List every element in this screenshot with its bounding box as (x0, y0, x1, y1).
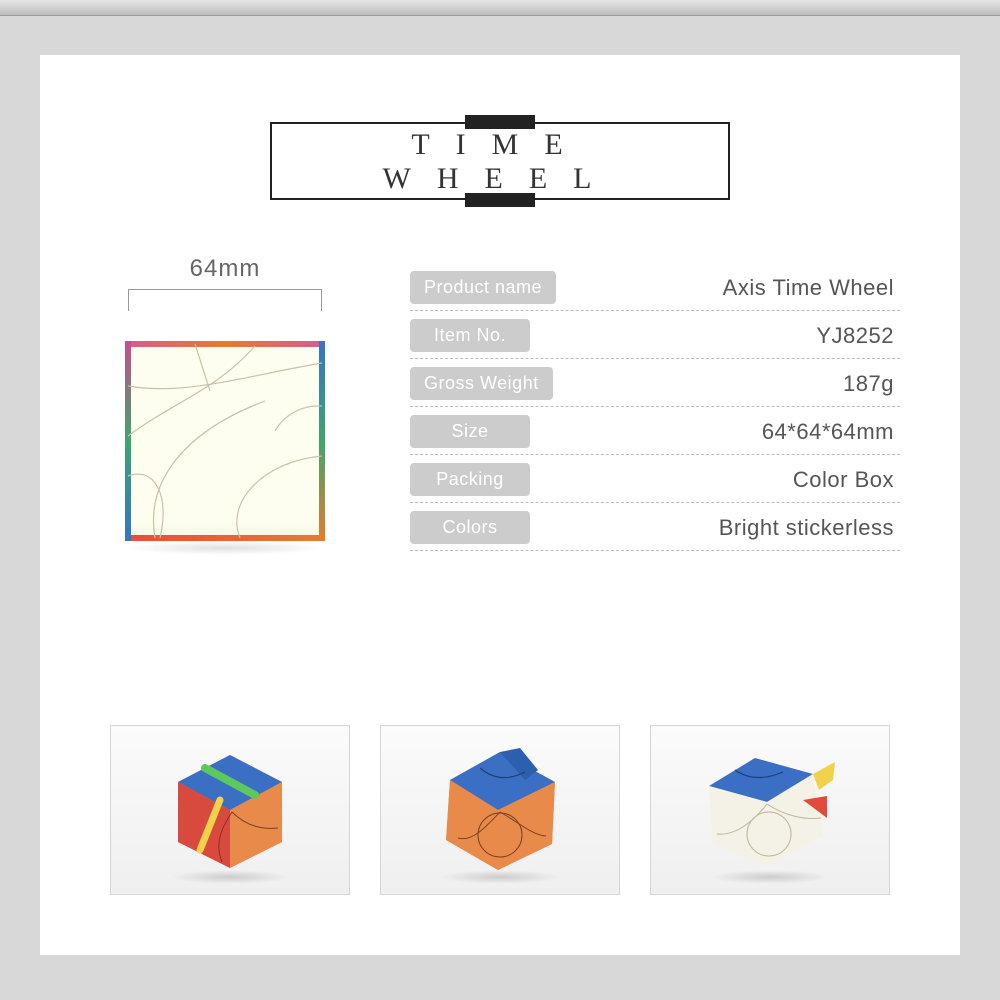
thumbnail-row (110, 725, 890, 895)
title-block: TIME WHEEL (270, 115, 730, 207)
thumbnail-3 (650, 725, 890, 895)
cube-thumb-icon (695, 740, 845, 880)
cube-curve-lines (125, 341, 325, 541)
top-stripe (0, 0, 1000, 16)
page-title: TIME WHEEL (383, 128, 618, 195)
cube-thumb-icon (430, 740, 570, 880)
spec-row: Packing Color Box (410, 455, 900, 503)
spec-label: Size (410, 415, 530, 448)
product-shadow (125, 541, 325, 555)
spec-value: YJ8252 (550, 323, 900, 349)
spec-value: Bright stickerless (550, 515, 900, 541)
spec-table: Product name Axis Time Wheel Item No. YJ… (410, 255, 900, 555)
product-image-column: 64mm (100, 255, 350, 555)
spec-row: Gross Weight 187g (410, 359, 900, 407)
title-ornament-bottom (465, 193, 535, 207)
spec-value: Color Box (550, 467, 900, 493)
product-image (125, 341, 325, 541)
spec-value: Axis Time Wheel (576, 275, 900, 301)
spec-row: Item No. YJ8252 (410, 311, 900, 359)
spec-value: 64*64*64mm (550, 419, 900, 445)
spec-label: Product name (410, 271, 556, 304)
thumbnail-2 (380, 725, 620, 895)
spec-label: Gross Weight (410, 367, 553, 400)
spec-row: Product name Axis Time Wheel (410, 263, 900, 311)
cube-thumb-icon (160, 740, 300, 880)
main-area: 64mm Product name Axis Time Wheel (100, 255, 900, 555)
spec-label: Item No. (410, 319, 530, 352)
spec-value: 187g (573, 371, 900, 397)
spec-label: Packing (410, 463, 530, 496)
spec-row: Colors Bright stickerless (410, 503, 900, 551)
title-ornament-top (465, 115, 535, 129)
dimension-bracket (128, 289, 322, 311)
dimension-label: 64mm (100, 255, 350, 283)
title-band: TIME WHEEL (270, 122, 730, 200)
spec-label: Colors (410, 511, 530, 544)
product-sheet: TIME WHEEL 64mm (40, 55, 960, 955)
spec-row: Size 64*64*64mm (410, 407, 900, 455)
thumbnail-1 (110, 725, 350, 895)
